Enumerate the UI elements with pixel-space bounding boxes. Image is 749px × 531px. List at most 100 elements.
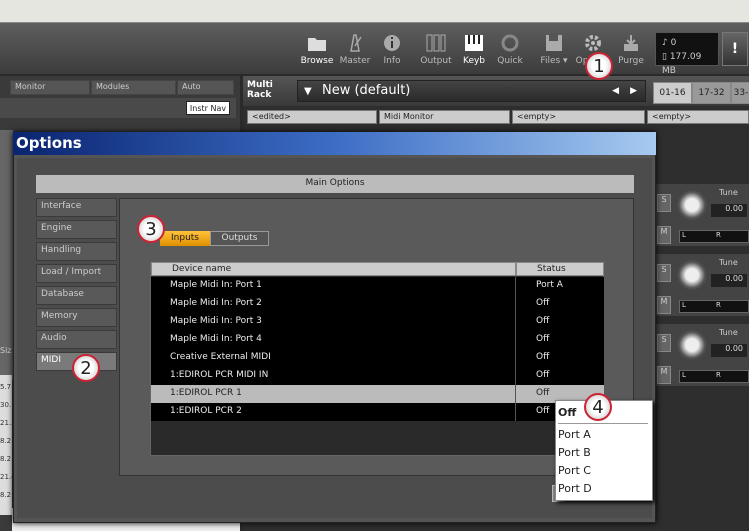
callout-2: 2	[72, 354, 100, 382]
info-icon	[384, 35, 400, 51]
table-row[interactable]: Maple Midi In: Port 3 Off	[151, 313, 604, 331]
inputs-tab[interactable]: Inputs	[160, 231, 210, 246]
column-divider	[515, 277, 516, 421]
mute-button[interactable]: M	[657, 366, 671, 384]
list-item: 5.7	[0, 383, 12, 391]
nav-memory[interactable]: Memory	[36, 308, 117, 327]
slot-4[interactable]: <empty>	[647, 110, 749, 124]
outputs-tab[interactable]: Outputs	[210, 231, 269, 246]
tune-label: Tune	[719, 328, 738, 337]
gear-icon	[585, 35, 601, 51]
nav-load-import[interactable]: Load / Import	[36, 264, 117, 283]
keyboard-button[interactable]: Keyb	[455, 30, 493, 72]
files-label: Files ▾	[540, 56, 568, 66]
tune-value[interactable]: 0.00	[711, 344, 747, 357]
instrument-strip: S M Tune 0.00 LR	[655, 324, 749, 386]
voices-icon: ♪	[662, 38, 671, 48]
tune-knob[interactable]	[677, 330, 707, 360]
solo-button[interactable]: S	[657, 264, 671, 282]
dropdown-arrow-icon: ▼	[304, 86, 312, 97]
alert-button[interactable]: !	[722, 32, 748, 66]
tune-value[interactable]: 0.00	[711, 274, 747, 287]
multi-name-field[interactable]: ▼ New (default) ◀ ▶	[297, 80, 646, 102]
nav-interface[interactable]: Interface	[36, 198, 117, 217]
pan-slider[interactable]: LR	[679, 300, 749, 313]
output-label: Output	[420, 56, 452, 66]
range-tab-2[interactable]: 17-32	[692, 82, 731, 104]
slot-3[interactable]: <empty>	[512, 110, 645, 124]
instr-nav-button[interactable]: Instr Nav	[186, 101, 230, 115]
solo-button[interactable]: S	[657, 194, 671, 212]
list-item: 21.3	[0, 419, 16, 427]
device-name-column-header[interactable]: Device name	[151, 262, 516, 276]
table-row[interactable]: 1:EDIROL PCR MIDI IN Off	[151, 367, 604, 385]
table-row[interactable]: Maple Midi In: Port 2 Off	[151, 295, 604, 313]
folder-icon	[308, 38, 326, 51]
files-dropdown-icon: ▾	[563, 56, 568, 66]
window-top-strip	[0, 0, 749, 22]
solo-button[interactable]: S	[657, 334, 671, 352]
range-tab-3[interactable]: 33-	[731, 82, 749, 104]
tune-label: Tune	[719, 188, 738, 197]
slot-1[interactable]: <edited>	[247, 110, 377, 124]
mute-button[interactable]: M	[657, 226, 671, 244]
list-item: 8.2	[0, 491, 12, 499]
main-options-header: Main Options	[36, 175, 634, 193]
multi-name: New (default)	[322, 83, 411, 98]
pan-slider[interactable]: LR	[679, 370, 749, 383]
menu-item-port-c[interactable]: Port C	[556, 462, 650, 480]
keyboard-label: Keyb	[462, 56, 486, 66]
tune-value[interactable]: 0.00	[711, 204, 747, 217]
info-button[interactable]: Info	[373, 30, 411, 72]
size-column-header: Siz	[0, 346, 12, 355]
menu-item-port-a[interactable]: Port A	[556, 426, 650, 444]
table-row[interactable]: Creative External MIDI Off	[151, 349, 604, 367]
output-button[interactable]: Output	[417, 30, 455, 72]
tab-modules[interactable]: Modules	[91, 80, 176, 95]
list-item: 8.2	[0, 437, 12, 445]
purge-label: Purge	[618, 56, 644, 66]
tune-knob[interactable]	[677, 260, 707, 290]
files-button[interactable]: Files ▾	[535, 30, 573, 72]
nav-engine[interactable]: Engine	[36, 220, 117, 239]
instrument-strip: S M Tune 0.00 LR	[655, 184, 749, 246]
prev-arrow-icon[interactable]: ◀	[612, 86, 619, 96]
next-arrow-icon[interactable]: ▶	[630, 86, 637, 96]
tune-knob[interactable]	[677, 190, 707, 220]
purge-button[interactable]: Purge	[612, 30, 650, 72]
voice-count: 0	[670, 38, 677, 48]
callout-4: 4	[584, 393, 612, 421]
quick-button[interactable]: Quick	[491, 30, 529, 72]
slot-2[interactable]: Midi Monitor	[379, 110, 510, 124]
master-label: Master	[339, 56, 371, 66]
browse-button[interactable]: Browse	[298, 30, 336, 72]
dialog-title: Options	[13, 132, 656, 155]
nav-handling[interactable]: Handling	[36, 242, 117, 261]
nav-audio[interactable]: Audio	[36, 330, 117, 349]
mute-button[interactable]: M	[657, 296, 671, 314]
tab-auto[interactable]: Auto	[177, 80, 234, 95]
list-item: 21.4	[0, 473, 16, 481]
quick-icon	[501, 34, 519, 52]
callout-3: 3	[137, 215, 165, 243]
table-row[interactable]: 1:EDIROL PCR 2 Off	[151, 403, 604, 421]
metronome-icon	[350, 34, 362, 52]
mixer-icon	[426, 34, 446, 52]
table-row[interactable]: Maple Midi In: Port 1 Port A	[151, 277, 604, 295]
rack-label: Multi Rack	[247, 80, 273, 100]
voice-memory-meter: ♪ 0 ▯ 177.09 MB	[655, 32, 719, 76]
range-tab-1[interactable]: 01-16	[653, 82, 692, 104]
master-button[interactable]: Master	[336, 30, 374, 72]
menu-item-port-b[interactable]: Port B	[556, 444, 650, 462]
pan-slider[interactable]: LR	[679, 230, 749, 243]
table-row-selected[interactable]: 1:EDIROL PCR 1 Off	[151, 385, 604, 403]
left-list-edge	[0, 130, 13, 380]
list-item: 30.	[0, 401, 12, 409]
table-row[interactable]: Maple Midi In: Port 4 Off	[151, 331, 604, 349]
nav-database[interactable]: Database	[36, 286, 117, 305]
menu-item-port-d[interactable]: Port D	[556, 480, 650, 498]
purge-icon	[624, 35, 638, 51]
status-column-header[interactable]: Status	[516, 262, 604, 276]
tune-label: Tune	[719, 258, 738, 267]
tab-monitor[interactable]: Monitor	[10, 80, 90, 95]
